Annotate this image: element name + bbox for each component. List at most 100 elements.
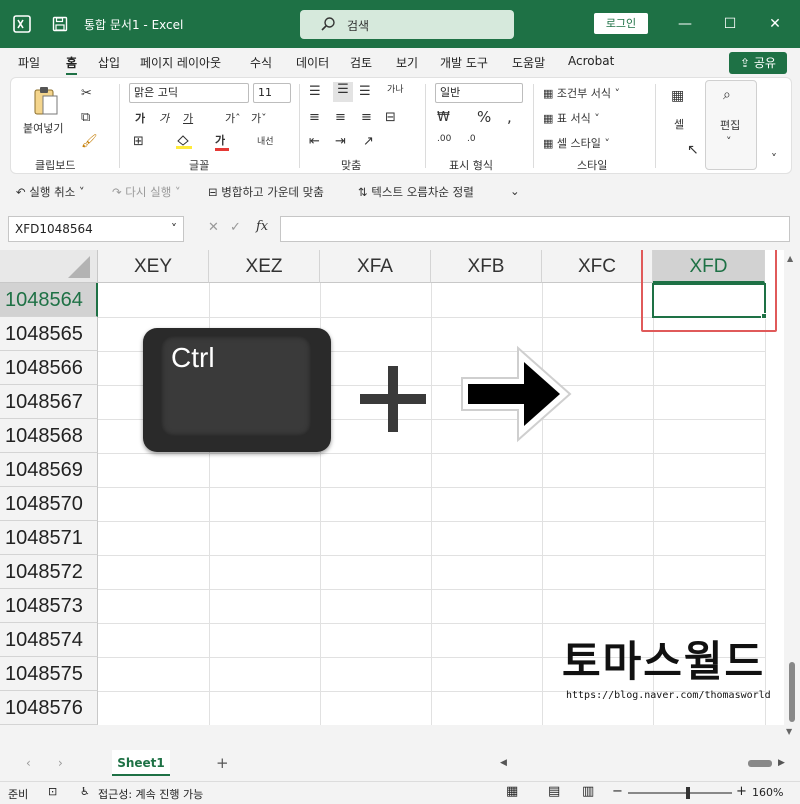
select-all-corner[interactable] — [0, 250, 98, 283]
bold-icon[interactable]: 가 — [135, 110, 145, 126]
font-shrink-icon[interactable]: 가ˇ — [251, 110, 267, 126]
row-header[interactable]: 1048574 — [0, 623, 98, 657]
scroll-thumb[interactable] — [789, 662, 795, 722]
wrap-text-icon[interactable]: 가나 — [387, 82, 404, 95]
font-grow-icon[interactable]: 가ˆ — [225, 110, 241, 126]
row-header[interactable]: 1048572 — [0, 555, 98, 589]
accessibility-status[interactable]: 접근성: 계속 진행 가능 — [98, 786, 203, 802]
decrease-indent-icon[interactable]: ⇤ — [309, 134, 320, 149]
number-format-select[interactable]: 일반 — [435, 83, 523, 103]
macro-record-icon[interactable]: ⊡ — [48, 785, 57, 798]
tab-home[interactable]: 홈 — [66, 54, 78, 75]
increase-decimal-icon[interactable]: .00 — [437, 134, 451, 144]
search-box[interactable]: 검색 — [300, 10, 514, 39]
orientation-icon[interactable]: ↗ — [363, 134, 374, 149]
underline-icon[interactable]: 가 — [183, 110, 193, 126]
row-header[interactable]: 1048576 — [0, 691, 98, 725]
save-icon[interactable] — [50, 14, 70, 34]
column-header-xey[interactable]: XEY — [98, 250, 209, 283]
tab-page-layout[interactable]: 페이지 레이아웃 — [140, 54, 221, 71]
insert-function-icon[interactable]: fx — [256, 219, 268, 234]
italic-icon[interactable]: 가 — [159, 110, 169, 126]
align-bottom-icon[interactable]: ☰ — [359, 84, 371, 99]
cancel-icon[interactable]: ✕ — [208, 220, 219, 235]
prev-sheet-icon[interactable]: ‹ — [26, 756, 31, 770]
percent-icon[interactable]: % — [477, 108, 491, 126]
font-color-icon[interactable]: 가 — [215, 132, 229, 151]
font-size-select[interactable]: 11 — [253, 83, 291, 103]
row-header[interactable]: 1048565 — [0, 317, 98, 351]
comma-icon[interactable]: , — [507, 108, 512, 126]
zoom-slider[interactable] — [628, 792, 732, 794]
share-button[interactable]: ⇪ 공유 — [729, 52, 787, 74]
add-sheet-icon[interactable]: + — [216, 754, 229, 772]
row-header[interactable]: 1048571 — [0, 521, 98, 555]
align-top-icon[interactable]: ☰ — [309, 84, 321, 99]
enter-icon[interactable]: ✓ — [230, 220, 241, 235]
tab-insert[interactable]: 삽입 — [98, 54, 120, 71]
zoom-level[interactable]: 160% — [752, 786, 783, 799]
tab-formulas[interactable]: 수식 — [250, 54, 272, 71]
collapse-ribbon-icon[interactable]: ˅ — [771, 152, 777, 166]
row-header[interactable]: 1048569 — [0, 453, 98, 487]
paste-button[interactable]: 붙여넣기 — [23, 120, 63, 136]
zoom-in-icon[interactable]: + — [736, 784, 747, 799]
scroll-up-icon[interactable]: ▲ — [787, 254, 793, 263]
row-header[interactable]: 1048564 — [0, 283, 98, 317]
tab-acrobat[interactable]: Acrobat — [568, 54, 614, 68]
row-header[interactable]: 1048575 — [0, 657, 98, 691]
page-layout-view-icon[interactable]: ▤ — [548, 784, 560, 799]
scroll-down-icon[interactable]: ▼ — [786, 727, 792, 736]
login-button[interactable]: 로그인 — [594, 13, 648, 34]
row-header[interactable]: 1048568 — [0, 419, 98, 453]
next-sheet-icon[interactable]: › — [58, 756, 63, 770]
border-icon[interactable]: ⊞ — [133, 134, 144, 149]
customize-toolbar-icon[interactable]: ⌄ — [510, 184, 520, 198]
row-header[interactable]: 1048566 — [0, 351, 98, 385]
align-middle-icon[interactable]: ☰ — [333, 82, 353, 102]
column-header-xez[interactable]: XEZ — [209, 250, 320, 283]
accessibility-icon[interactable]: ♿ — [80, 785, 90, 798]
normal-view-icon[interactable]: ▦ — [506, 784, 518, 799]
align-left-icon[interactable]: ≡ — [309, 110, 320, 125]
font-name-select[interactable]: 맑은 고딕 — [129, 83, 249, 103]
cells-button[interactable]: 셀 — [674, 116, 684, 132]
paste-icon[interactable] — [33, 86, 59, 119]
zoom-slider-thumb[interactable] — [686, 787, 690, 799]
tab-help[interactable]: 도움말 — [512, 54, 545, 71]
tab-file[interactable]: 파일 — [18, 54, 40, 71]
sheet-tab-sheet1[interactable]: Sheet1 — [112, 750, 170, 776]
chevron-down-icon[interactable]: ˅ — [171, 217, 177, 241]
align-center-icon[interactable]: ≡ — [335, 110, 346, 125]
column-header-xfa[interactable]: XFA — [320, 250, 431, 283]
align-right-icon[interactable]: ≡ — [361, 110, 372, 125]
sort-ascending-button[interactable]: ⇅ 텍스트 오름차순 정렬 — [358, 184, 474, 200]
name-box[interactable]: XFD1048564 ˅ — [8, 216, 184, 242]
tab-view[interactable]: 보기 — [396, 54, 418, 71]
decrease-decimal-icon[interactable]: .0 — [467, 134, 476, 144]
cell-style-button[interactable]: ▦ 셀 스타일 ˅ — [543, 135, 610, 151]
edit-button[interactable]: ⌕ 편집 ˅ — [705, 80, 757, 170]
phonetic-icon[interactable]: 내선 — [257, 134, 274, 147]
fill-color-icon[interactable] — [175, 132, 193, 153]
scroll-left-icon[interactable]: ◀ — [500, 758, 507, 768]
scroll-right-icon[interactable]: ▶ — [778, 758, 785, 768]
page-break-view-icon[interactable]: ▥ — [582, 784, 594, 799]
table-format-button[interactable]: ▦ 표 서식 ˅ — [543, 110, 600, 126]
tab-data[interactable]: 데이터 — [296, 54, 329, 71]
cut-icon[interactable]: ✂ — [81, 86, 92, 101]
format-painter-icon[interactable]: 🖌 — [81, 134, 98, 149]
copy-icon[interactable]: ⧉ — [81, 110, 90, 125]
row-header[interactable]: 1048573 — [0, 589, 98, 623]
column-header-xfc[interactable]: XFC — [542, 250, 653, 283]
redo-button[interactable]: ↷ 다시 실행 ˅ — [112, 184, 181, 200]
column-header-xfb[interactable]: XFB — [431, 250, 542, 283]
spreadsheet-grid[interactable]: XEY XEZ XFA XFB XFC XFD 1048564 1048565 … — [0, 250, 800, 725]
row-header[interactable]: 1048570 — [0, 487, 98, 521]
tab-developer[interactable]: 개발 도구 — [440, 54, 488, 71]
tab-review[interactable]: 검토 — [350, 54, 372, 71]
vertical-scrollbar[interactable]: ▲ — [784, 250, 800, 725]
undo-button[interactable]: ↶ 실행 취소 ˅ — [16, 184, 85, 200]
minimize-icon[interactable]: — — [670, 12, 700, 36]
merge-center-icon[interactable]: ⊟ — [385, 110, 396, 125]
